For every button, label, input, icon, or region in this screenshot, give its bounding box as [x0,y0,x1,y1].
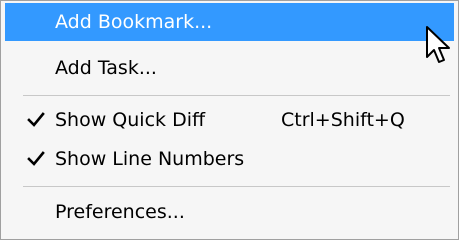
menu-item-label: Preferences... [55,201,185,223]
menu-separator [23,186,450,187]
menu-item-show-line-numbers[interactable]: Show Line Numbers [5,140,454,178]
context-menu: Add Bookmark... Add Task... Show Quick D… [0,0,459,240]
menu-item-preferences[interactable]: Preferences... [5,193,454,231]
menu-item-add-task[interactable]: Add Task... [5,49,454,87]
check-icon [27,112,45,127]
menu-item-label: Add Bookmark... [55,11,213,33]
check-icon [27,151,45,166]
mouse-pointer-icon [426,26,450,63]
menu-item-label: Show Quick Diff [55,109,206,131]
menu-item-label: Show Line Numbers [55,148,245,170]
menu-item-add-bookmark[interactable]: Add Bookmark... [5,3,454,41]
shortcut-label: Ctrl+Shift+Q [281,109,405,131]
menu-item-show-quick-diff[interactable]: Show Quick Diff Ctrl+Shift+Q [5,101,454,139]
menu-item-label: Add Task... [55,57,157,79]
menu-separator [23,95,450,96]
